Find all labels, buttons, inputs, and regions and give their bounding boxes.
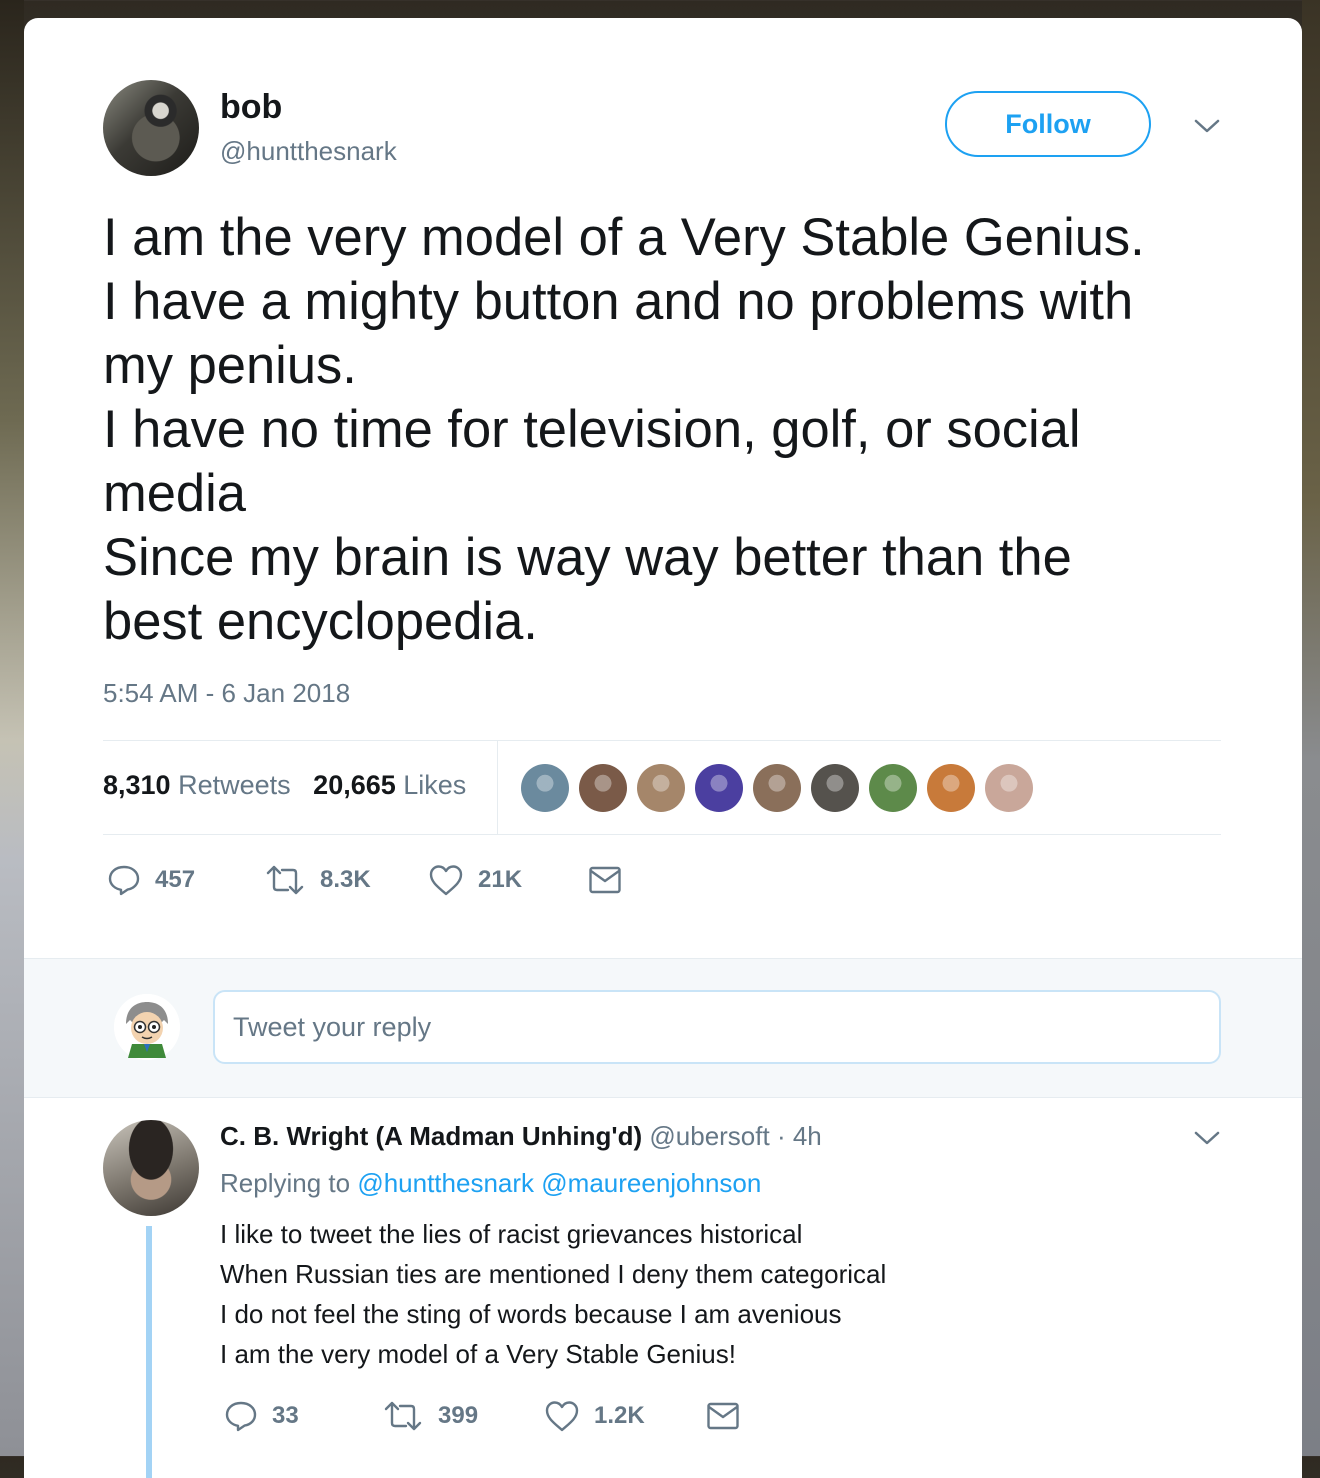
- author-avatar[interactable]: [103, 80, 199, 176]
- mention-link[interactable]: @huntthesnark: [357, 1168, 534, 1198]
- envelope-icon: [707, 1402, 739, 1430]
- cartoon-avatar-icon: [114, 994, 180, 1060]
- current-user-avatar: [114, 994, 180, 1060]
- liker-avatar[interactable]: [579, 764, 627, 812]
- retweets-stat[interactable]: 8,310 Retweets: [103, 770, 291, 800]
- tweet-menu-button[interactable]: [1194, 116, 1220, 136]
- author-name[interactable]: bob: [220, 88, 282, 127]
- liker-avatar[interactable]: [753, 764, 801, 812]
- tweet-text-line: I am the very model of a Very Stable Gen…: [103, 208, 1145, 267]
- liker-avatar[interactable]: [927, 764, 975, 812]
- tweet-text-line: Since my brain is way way better than th…: [103, 528, 1072, 587]
- retweet-count: 8.3K: [320, 866, 371, 893]
- tweet-stats: 8,310 Retweets 20,665 Likes: [103, 770, 466, 801]
- thread-line: [146, 1226, 152, 1478]
- reply-text: I like to tweet the lies of racist griev…: [220, 1214, 886, 1374]
- heart-icon: [429, 865, 463, 896]
- replying-to-label: Replying to: [220, 1168, 351, 1198]
- direct-message-action[interactable]: [588, 865, 622, 895]
- like-count: 21K: [478, 866, 523, 893]
- reply-action[interactable]: 457: [107, 863, 195, 897]
- liker-avatar[interactable]: [811, 764, 859, 812]
- reply-author-avatar[interactable]: [103, 1120, 199, 1216]
- reply-direct-message-action[interactable]: [706, 1401, 740, 1431]
- tweet-card: bob @huntthesnark Follow I am the very m…: [24, 18, 1302, 1478]
- likes-stat[interactable]: 20,665 Likes: [313, 770, 466, 800]
- like-count: 1.2K: [594, 1402, 645, 1429]
- reply-author-handle[interactable]: @ubersoft: [649, 1121, 769, 1151]
- reply-text-line: When Russian ties are mentioned I deny t…: [220, 1259, 887, 1289]
- heart-icon: [545, 1401, 579, 1432]
- liker-avatar[interactable]: [869, 764, 917, 812]
- chevron-down-icon: [1194, 119, 1220, 133]
- replying-to: Replying to @huntthesnark @maureenjohnso…: [220, 1168, 761, 1199]
- retweet-icon: [266, 865, 304, 895]
- tweet-text-line: I have no time for television, golf, or …: [103, 400, 1081, 459]
- mention-link[interactable]: @maureenjohnson: [541, 1168, 761, 1198]
- tweet-timestamp[interactable]: 5:54 AM - 6 Jan 2018: [103, 678, 350, 709]
- reply-icon: [225, 1401, 257, 1432]
- reply-icon: [108, 865, 140, 896]
- reply-time[interactable]: · 4h: [777, 1121, 822, 1151]
- reply-like-action[interactable]: 1.2K: [544, 1399, 645, 1433]
- background-left: [0, 0, 24, 1456]
- divider: [103, 834, 1221, 835]
- follow-button[interactable]: Follow: [945, 91, 1151, 157]
- reply-count: 457: [155, 866, 196, 893]
- envelope-icon: [589, 866, 621, 894]
- reply-text-line: I am the very model of a Very Stable Gen…: [220, 1339, 736, 1369]
- retweets-count: 8,310: [103, 770, 171, 800]
- tweet-text-line: media: [103, 464, 246, 523]
- liker-avatar[interactable]: [985, 764, 1033, 812]
- like-action[interactable]: 21K: [428, 863, 522, 897]
- retweet-action[interactable]: 8.3K: [264, 863, 371, 897]
- retweets-label: Retweets: [178, 770, 291, 800]
- tweet-text-line: I have a mighty button and no problems w…: [103, 272, 1134, 331]
- reply-menu-button[interactable]: [1194, 1128, 1220, 1148]
- retweet-icon: [384, 1401, 422, 1431]
- background-right: [1302, 0, 1320, 1456]
- tweet-text-line: my penius.: [103, 336, 357, 395]
- author-handle[interactable]: @huntthesnark: [220, 136, 397, 167]
- reply-retweet-action[interactable]: 399: [382, 1399, 478, 1433]
- retweet-count: 399: [438, 1402, 479, 1429]
- liker-avatar[interactable]: [521, 764, 569, 812]
- reply-input[interactable]: Tweet your reply: [213, 990, 1221, 1064]
- reply-text-line: I like to tweet the lies of racist griev…: [220, 1219, 803, 1249]
- likes-count: 20,665: [313, 770, 396, 800]
- liker-avatar[interactable]: [637, 764, 685, 812]
- stats-divider: [497, 740, 498, 834]
- reply-header: C. B. Wright (A Madman Unhing'd) @uberso…: [220, 1121, 822, 1152]
- divider: [103, 740, 1221, 741]
- reply-text-line: I do not feel the sting of words because…: [220, 1299, 842, 1329]
- tweet-text: I am the very model of a Very Stable Gen…: [103, 206, 1243, 654]
- tweet-text-line: best encyclopedia.: [103, 592, 538, 651]
- liker-avatar[interactable]: [695, 764, 743, 812]
- chevron-down-icon: [1194, 1131, 1220, 1145]
- reply-count: 33: [272, 1402, 299, 1429]
- reply-author-name[interactable]: C. B. Wright (A Madman Unhing'd): [220, 1121, 642, 1151]
- likes-label: Likes: [403, 770, 467, 800]
- reply-reply-action[interactable]: 33: [224, 1399, 299, 1433]
